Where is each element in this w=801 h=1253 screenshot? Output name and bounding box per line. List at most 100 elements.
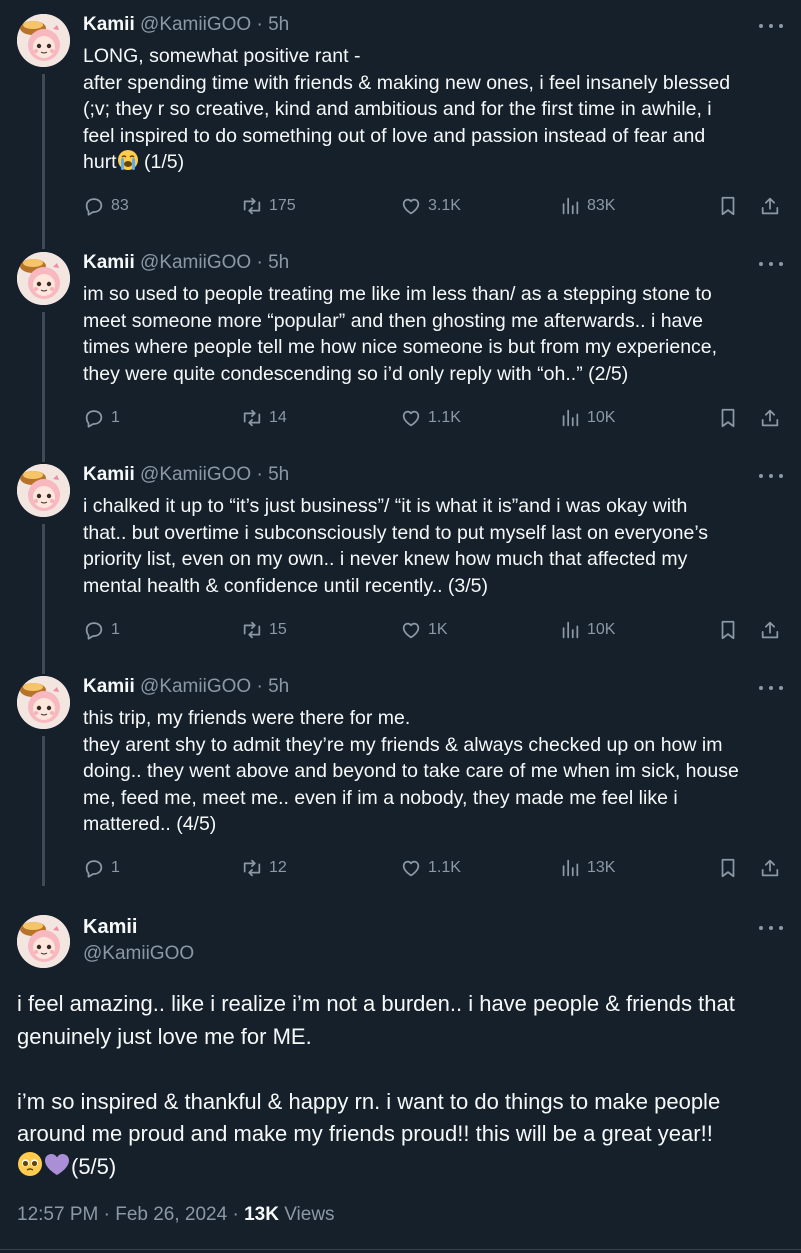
tweet-text-line: feel inspired to do something out of lov… <box>83 124 706 147</box>
tweet-text: im so used to people treating me like im… <box>83 281 783 387</box>
tweet-text-line: they were quite condescending so i’d onl… <box>83 362 629 385</box>
tweet-time[interactable]: 5h <box>268 252 289 273</box>
tweet-time[interactable]: 5h <box>268 14 289 35</box>
tweet-text-fragment: (5/5) <box>71 1153 117 1179</box>
repost-button[interactable]: 12 <box>241 856 287 880</box>
avatar[interactable] <box>17 915 70 968</box>
bookmark-icon <box>721 408 735 428</box>
avatar[interactable] <box>17 14 70 67</box>
share-button[interactable] <box>759 406 781 430</box>
reply-count: 1 <box>111 409 120 426</box>
tweet-text: this trip, my friends were there for me.… <box>83 705 783 838</box>
reply-button[interactable]: 83 <box>83 194 129 218</box>
tweet-text-line: i’m so inspired & thankful & happy rn. i… <box>17 1088 721 1114</box>
like-count: 1.1K <box>428 409 461 426</box>
thread-connector <box>42 736 45 886</box>
main-tweet-text: i feel amazing.. like i realize i’m not … <box>17 988 787 1186</box>
reply-count: 1 <box>111 621 120 638</box>
share-icon <box>761 197 779 215</box>
thread-connector <box>42 312 45 462</box>
reply-button[interactable]: 1 <box>83 856 120 880</box>
like-button[interactable]: 1.1K <box>400 406 461 430</box>
avatar[interactable] <box>17 676 70 729</box>
like-button[interactable]: 1K <box>400 618 448 642</box>
repost-count: 175 <box>269 197 296 214</box>
more-icon[interactable] <box>759 680 783 696</box>
tweet-timestamp[interactable]: 12:57 PM · Feb 26, 2024 · <box>17 1204 244 1225</box>
display-name[interactable]: Kamii <box>83 252 135 273</box>
bookmark-button[interactable] <box>717 618 739 642</box>
reply-icon <box>85 198 103 216</box>
repost-button[interactable]: 15 <box>241 618 287 642</box>
bookmark-button[interactable] <box>717 406 739 430</box>
user-handle[interactable]: @KamiiGOO <box>140 464 251 485</box>
tweet-text-line: mental health & confidence until recentl… <box>83 574 489 597</box>
user-handle[interactable]: @KamiiGOO <box>140 676 251 697</box>
share-icon <box>761 621 779 639</box>
user-handle[interactable]: @KamiiGOO <box>140 252 251 273</box>
share-button[interactable] <box>759 618 781 642</box>
bookmark-button[interactable] <box>717 194 739 218</box>
tweet-time[interactable]: 5h <box>268 464 289 485</box>
display-name[interactable]: Kamii <box>83 916 137 939</box>
display-name[interactable]: Kamii <box>83 464 135 485</box>
user-handle[interactable]: @KamiiGOO <box>83 943 194 965</box>
avatar[interactable] <box>17 464 70 517</box>
tweet-header: Kamii @KamiiGOO · 5h <box>83 252 289 276</box>
reply-button[interactable]: 1 <box>83 618 120 642</box>
like-button[interactable]: 3.1K <box>400 194 461 218</box>
tweet-text: i chalked it up to “it’s just business”/… <box>83 493 783 599</box>
views-button[interactable]: 13K <box>559 856 615 880</box>
more-icon[interactable] <box>759 920 783 936</box>
views-button[interactable]: 83K <box>559 194 615 218</box>
reply-icon <box>85 860 103 878</box>
tweet-text-line: im so used to people treating me like im… <box>83 283 712 305</box>
user-handle[interactable]: @KamiiGOO <box>140 14 251 35</box>
tweet-text-line: i feel amazing.. like i realize i’m not … <box>17 991 735 1016</box>
tweet-text-line: priority list, even on my own.. i never … <box>83 548 688 570</box>
tweet-time[interactable]: 5h <box>268 676 289 697</box>
repost-button[interactable]: 175 <box>241 194 296 218</box>
views-icon <box>562 409 579 427</box>
repost-icon <box>243 197 261 215</box>
pleading-face-icon <box>17 1151 43 1187</box>
tweet-text-fragment: hurt <box>83 151 117 173</box>
tweet-text-fragment: (1/5) <box>138 151 185 173</box>
tweet-text-line: (;v; they r so creative, kind and ambiti… <box>83 98 712 120</box>
tweet-text-line: mattered.. (4/5) <box>83 813 217 835</box>
tweet-text-line: genuinely just love me for ME. <box>17 1023 312 1049</box>
views-label: Views <box>278 1204 335 1225</box>
reply-count: 1 <box>111 859 120 876</box>
share-button[interactable] <box>759 856 781 880</box>
heart-icon <box>402 410 420 427</box>
avatar[interactable] <box>17 252 70 305</box>
share-button[interactable] <box>759 194 781 218</box>
divider <box>0 1249 801 1250</box>
tweet-text-line: hurt (1/5) <box>83 149 783 179</box>
views-count: 13K <box>587 859 616 876</box>
tweet-text-line: me, feed me, meet me.. even if im a nobo… <box>83 786 678 809</box>
separator-dot: · <box>256 676 263 697</box>
views-button[interactable]: 10K <box>559 618 615 642</box>
views-icon <box>562 197 579 215</box>
display-name[interactable]: Kamii <box>83 676 135 697</box>
bookmark-icon <box>721 620 735 640</box>
action-bar: 1 15 1K 10K <box>83 618 783 642</box>
tweet-text-line: (5/5) <box>17 1151 787 1187</box>
views-count: 10K <box>587 409 616 426</box>
more-icon[interactable] <box>759 18 783 34</box>
tweet-text-line: i chalked it up to “it’s just business”/… <box>83 495 688 517</box>
bookmark-button[interactable] <box>717 856 739 880</box>
more-icon[interactable] <box>759 468 783 484</box>
views-button[interactable]: 10K <box>559 406 615 430</box>
like-button[interactable]: 1.1K <box>400 856 461 880</box>
display-name[interactable]: Kamii <box>83 14 135 35</box>
repost-button[interactable]: 14 <box>241 406 287 430</box>
like-count: 3.1K <box>428 197 461 214</box>
repost-icon <box>243 621 261 639</box>
reply-button[interactable]: 1 <box>83 406 120 430</box>
bookmark-icon <box>721 858 735 878</box>
thread-connector <box>42 524 45 674</box>
more-icon[interactable] <box>759 256 783 272</box>
share-icon <box>761 859 779 877</box>
